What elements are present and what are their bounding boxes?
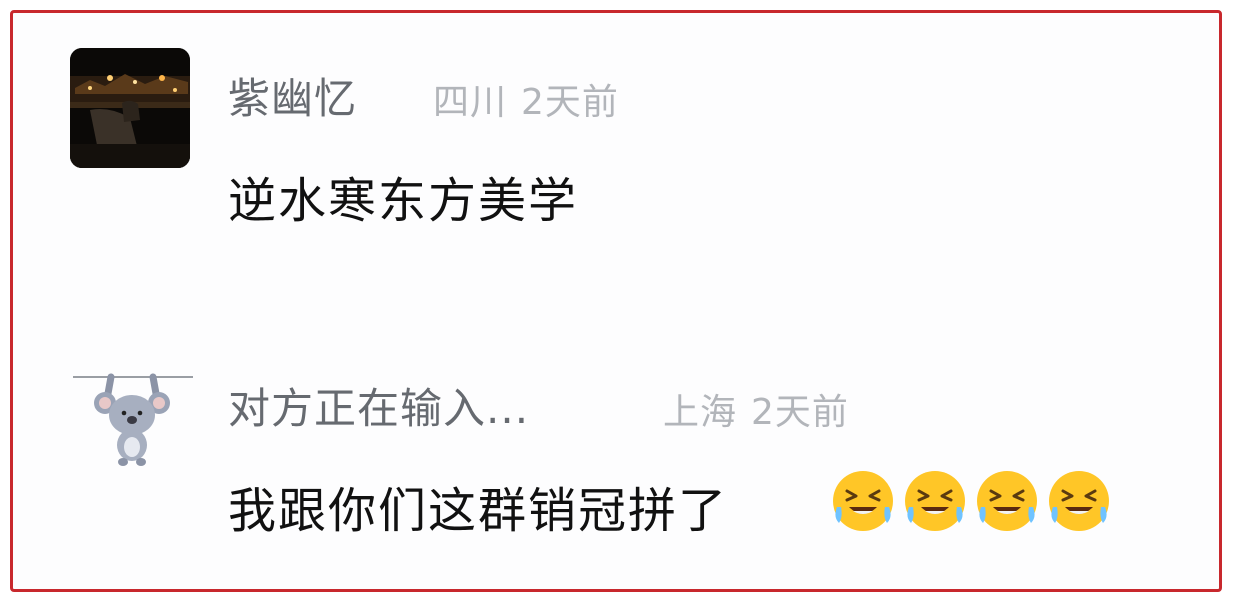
comment-screenshot-frame: 紫幽忆 四川 2天前 逆水寒东方美学 对方正在输入... 上海 2天前 我跟你们… [10,10,1222,592]
laugh-cry-emoji-icon [905,471,965,531]
timestamp-label: 2天前 [751,392,849,433]
laugh-cry-emoji-icon [977,471,1037,531]
comment-meta: 上海 2天前 [663,383,863,435]
koala-hanging-icon [73,373,193,466]
timestamp-label: 2天前 [521,82,619,123]
avatar[interactable] [73,369,193,469]
username[interactable]: 紫幽忆 [228,65,357,126]
location-label: 四川 [433,82,508,123]
location-label: 上海 [663,392,738,433]
comment-text: 我跟你们这群销冠拼了 [228,483,729,539]
comment-text: 逆水寒东方美学 [228,173,579,229]
laugh-cry-emoji-icon [1049,471,1109,531]
emoji-row [829,467,1113,535]
laugh-cry-emoji-icon [833,471,893,531]
night-street-photo-icon [70,48,190,168]
username[interactable]: 对方正在输入... [228,375,529,436]
avatar[interactable] [70,48,190,168]
comment-meta: 四川 2天前 [433,73,633,125]
